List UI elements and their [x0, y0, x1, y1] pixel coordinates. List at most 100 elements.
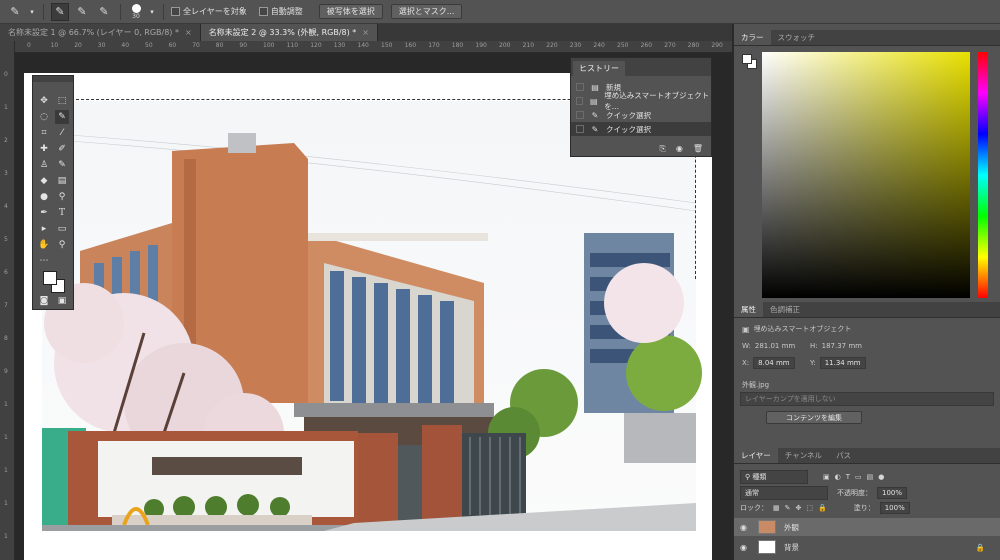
- tab-adjustments[interactable]: 色調補正: [763, 302, 807, 317]
- lock-position-icon[interactable]: ✥: [796, 504, 802, 512]
- eye-icon[interactable]: ◉: [740, 543, 750, 552]
- checkbox-box[interactable]: [258, 7, 268, 16]
- layer-row-background[interactable]: ◉ 背景 🔒: [734, 538, 1000, 556]
- stamp-tool-icon[interactable]: ♙: [37, 158, 51, 172]
- filter-type-icon[interactable]: T: [846, 473, 850, 481]
- filter-smart-object-icon[interactable]: ▤: [867, 473, 874, 481]
- brush-size-picker[interactable]: 30: [128, 3, 144, 20]
- tab-color[interactable]: カラー: [734, 30, 771, 45]
- opacity-input[interactable]: 100%: [877, 487, 908, 499]
- trash-icon[interactable]: 🗑: [693, 144, 703, 154]
- eraser-tool-icon[interactable]: ◆: [37, 174, 51, 188]
- path-selection-icon[interactable]: ▸: [37, 222, 51, 236]
- tab-paths[interactable]: パス: [829, 448, 858, 463]
- layer-row-gaikan[interactable]: ◉ 外観: [734, 518, 1000, 536]
- blend-mode-select[interactable]: 通常: [740, 486, 828, 500]
- history-panel-header: ヒストリー: [571, 58, 711, 76]
- filter-toggle-icon[interactable]: ●: [878, 473, 884, 481]
- checkbox-box[interactable]: [171, 7, 180, 16]
- new-document-from-state-icon[interactable]: ⎘: [659, 144, 665, 154]
- new-selection-brush-icon[interactable]: ✎: [51, 2, 69, 21]
- history-item-embed[interactable]: ▤ 埋め込みスマートオブジェクトを...: [571, 91, 711, 111]
- layer-name: 背景: [784, 542, 799, 552]
- y-input[interactable]: 11.34 mm: [819, 357, 866, 369]
- dodge-tool-icon[interactable]: ⚲: [55, 190, 69, 204]
- move-tool-icon[interactable]: ✥: [37, 94, 51, 108]
- fill-input[interactable]: 100%: [879, 502, 910, 514]
- tab-swatches[interactable]: スウォッチ: [771, 30, 823, 45]
- camera-icon[interactable]: ◉: [676, 144, 683, 154]
- lasso-tool-icon[interactable]: ◌: [37, 110, 51, 124]
- screen-mode-icon[interactable]: ▣: [55, 294, 69, 308]
- marquee-tool-icon[interactable]: ⬚: [55, 94, 69, 108]
- foreground-chip[interactable]: [742, 54, 752, 64]
- history-snapshot-box[interactable]: [576, 125, 584, 133]
- layer-filter-select[interactable]: ⚲ 種類: [740, 470, 808, 484]
- tab-history[interactable]: ヒストリー: [573, 61, 625, 76]
- tab-layers[interactable]: レイヤー: [734, 448, 778, 463]
- color-swatches[interactable]: [41, 269, 69, 295]
- filter-pixel-icon[interactable]: ▣: [823, 473, 830, 481]
- quick-selection-tool-icon[interactable]: ✎: [6, 3, 24, 21]
- history-brush-icon[interactable]: ✎: [55, 158, 69, 172]
- quick-selection-tool-icon[interactable]: ✎: [55, 110, 69, 124]
- auto-enhance-checkbox[interactable]: 自動調整: [258, 6, 303, 17]
- lock-all-icon[interactable]: 🔒: [818, 504, 827, 512]
- rectangle-tool-icon[interactable]: ▭: [55, 222, 69, 236]
- gradient-tool-icon[interactable]: ▤: [55, 174, 69, 188]
- width-value[interactable]: 281.01 mm: [755, 342, 795, 350]
- filter-shape-icon[interactable]: ▭: [855, 473, 862, 481]
- close-icon[interactable]: ×: [362, 28, 369, 37]
- pen-tool-icon[interactable]: ✒: [37, 206, 51, 220]
- tools-panel-header[interactable]: [33, 76, 73, 82]
- eyedropper-tool-icon[interactable]: ⁄: [55, 126, 69, 140]
- linked-file-name: 外観.jpg: [742, 381, 770, 389]
- ruler-vertical[interactable]: 0 1 2 3 4 5 6 7 8 9 1 1 1 1 1: [0, 41, 15, 560]
- add-selection-brush-icon[interactable]: ✎: [73, 3, 91, 21]
- zoom-tool-icon[interactable]: ⚲: [55, 238, 69, 252]
- ruler-tick-label: 290: [711, 42, 723, 49]
- history-snapshot-box[interactable]: [576, 97, 584, 105]
- history-item-quick-select-2[interactable]: ✎ クイック選択: [571, 122, 711, 136]
- chevron-down-icon[interactable]: ▾: [148, 3, 156, 21]
- lock-transparent-icon[interactable]: ▦: [773, 504, 780, 512]
- foreground-color-swatch[interactable]: [43, 271, 57, 285]
- ruler-tick-label: 200: [499, 42, 511, 49]
- doc-tab-1[interactable]: 名称未設定 1 @ 66.7% (レイヤー 0, RGB/8) * ×: [0, 24, 201, 41]
- crop-tool-icon[interactable]: ⌗: [37, 126, 51, 140]
- lock-image-icon[interactable]: ✎: [785, 504, 791, 512]
- layer-comp-select[interactable]: レイヤーカンプを適用しない: [740, 392, 994, 406]
- hand-tool-icon[interactable]: ✋: [37, 238, 51, 252]
- blur-tool-icon[interactable]: ●: [37, 190, 51, 204]
- lock-artboard-icon[interactable]: ⬚: [806, 504, 813, 512]
- type-tool-icon[interactable]: T: [55, 206, 69, 220]
- foreground-background-chips[interactable]: [742, 54, 758, 70]
- select-and-mask-button[interactable]: 選択とマスク...: [390, 4, 463, 19]
- tab-properties[interactable]: 属性: [734, 302, 763, 317]
- hue-slider[interactable]: [978, 52, 988, 298]
- ruler-horizontal[interactable]: 0 10 20 30 40 50 60 70 80 90 100 110 120 130 140 150 160…: [15, 41, 732, 53]
- doc-tab-2[interactable]: 名称未設定 2 @ 33.3% (外観, RGB/8) * ×: [200, 24, 378, 41]
- edit-contents-button[interactable]: コンテンツを編集: [766, 411, 862, 424]
- select-subject-button[interactable]: 被写体を選択: [318, 4, 383, 19]
- x-input[interactable]: 8.04 mm: [753, 357, 795, 369]
- history-snapshot-box[interactable]: [576, 83, 584, 91]
- sample-all-layers-checkbox[interactable]: 全レイヤーを対象: [171, 6, 247, 17]
- more-tools-icon[interactable]: ⋯: [37, 254, 51, 268]
- quick-mask-icon[interactable]: ◙: [37, 294, 51, 308]
- chevron-down-icon[interactable]: ▾: [28, 3, 36, 21]
- height-value[interactable]: 187.37 mm: [822, 342, 862, 350]
- color-field[interactable]: [762, 52, 970, 298]
- subtract-selection-brush-icon[interactable]: ✎: [95, 3, 113, 21]
- tab-channels[interactable]: チャンネル: [778, 448, 829, 463]
- brush-tool-icon[interactable]: ✐: [55, 142, 69, 156]
- ruler-tick-label: 120: [310, 42, 322, 49]
- eye-icon[interactable]: ◉: [740, 523, 750, 532]
- history-snapshot-box[interactable]: [576, 111, 584, 119]
- x-label: X:: [742, 359, 750, 367]
- height-field: H: 187.37 mm: [810, 342, 862, 350]
- filter-adjustment-icon[interactable]: ◐: [835, 473, 841, 481]
- healing-brush-icon[interactable]: ✚: [37, 142, 51, 156]
- lock-icon[interactable]: 🔒: [976, 543, 985, 552]
- close-icon[interactable]: ×: [185, 28, 192, 37]
